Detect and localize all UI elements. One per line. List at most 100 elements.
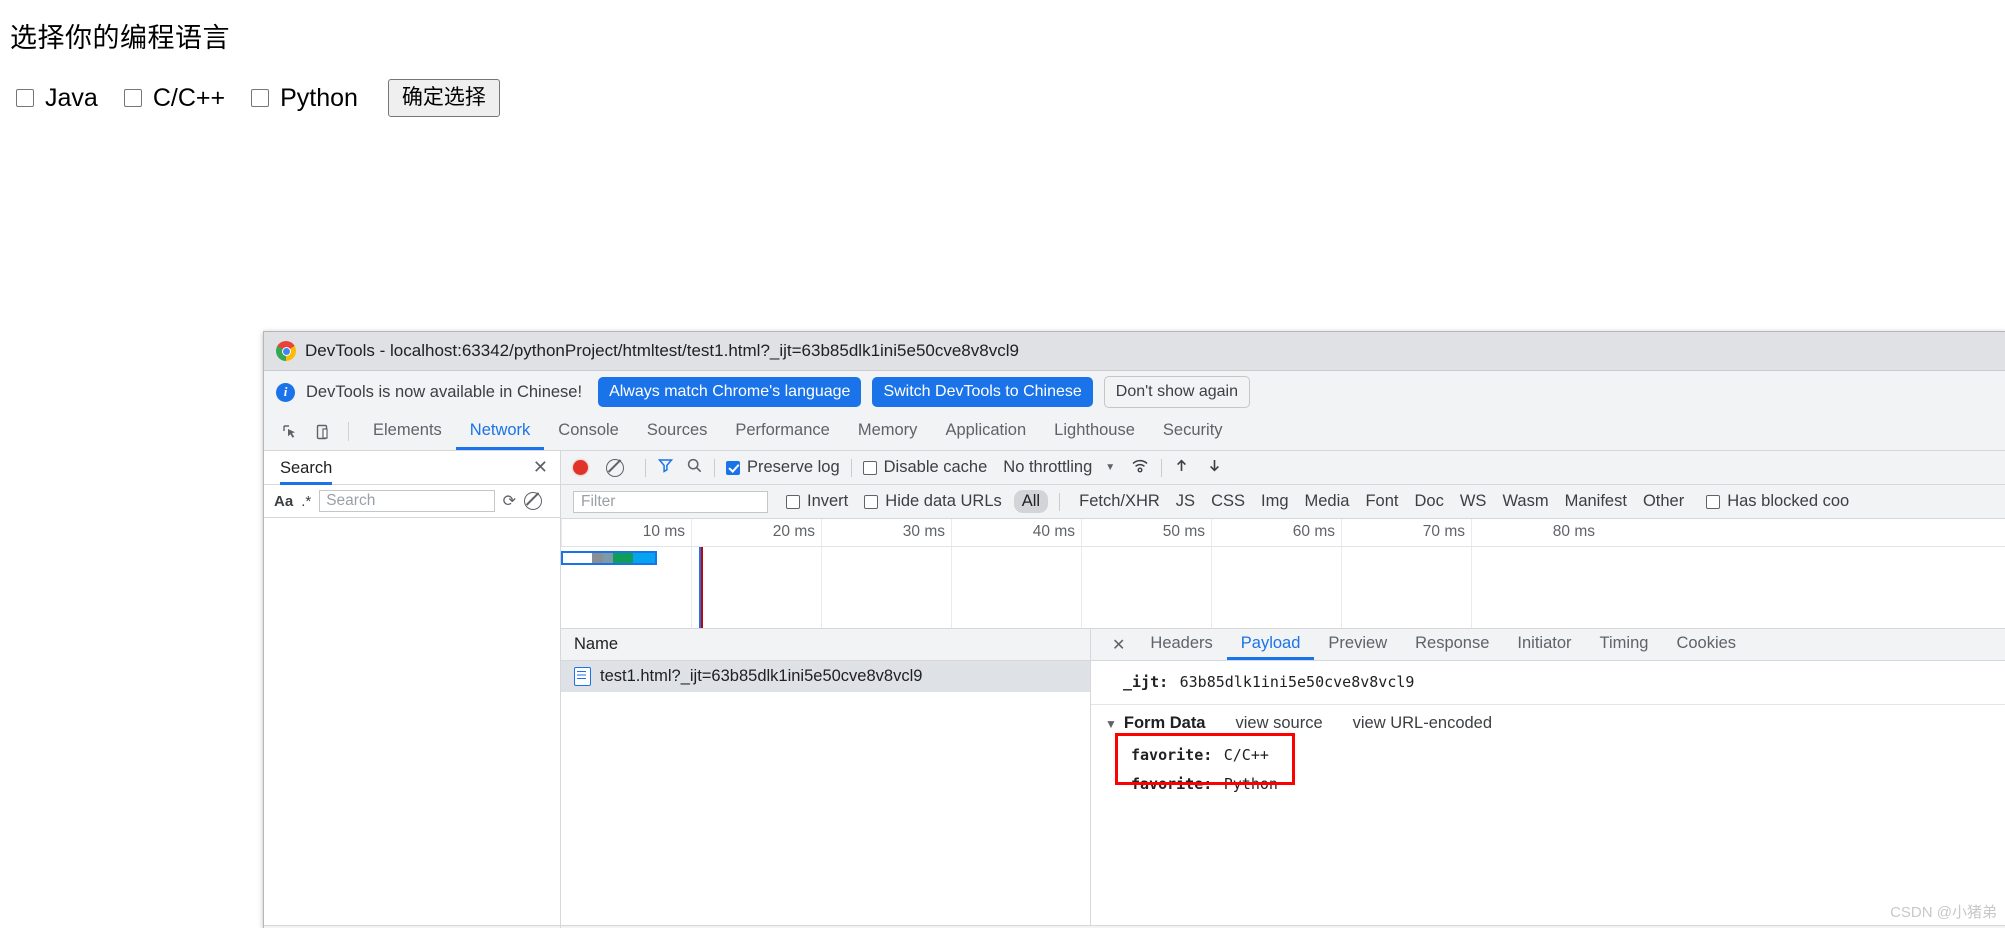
search-input[interactable]: Search [319,490,495,512]
ruler-tick-label: 50 ms [1162,523,1205,540]
throttling-select[interactable]: No throttling [1003,458,1092,477]
hide-data-urls-label[interactable]: Hide data URLs [885,492,1001,511]
ruler-tick-label: 40 ms [1032,523,1075,540]
close-icon[interactable]: ✕ [1101,629,1136,660]
network-lists: Name test1.html?_ijt=63b85dlk1ini5e50cve… [561,629,2005,925]
view-source-link[interactable]: view source [1236,714,1323,733]
dont-show-again-button[interactable]: Don't show again [1103,376,1251,408]
tab-console[interactable]: Console [544,413,633,450]
preserve-log-checkbox[interactable] [726,460,740,475]
filter-type-other[interactable]: Other [1635,490,1692,513]
search-pane: Search ✕ Aa .* Search ⟳ [264,451,561,925]
checkbox-cpp[interactable] [123,89,142,107]
devtools-window: DevTools - localhost:63342/pythonProject… [263,331,2005,928]
form-data-section-header[interactable]: ▼ Form Data view source view URL-encoded [1091,705,2005,735]
hide-data-urls-checkbox[interactable] [864,494,879,509]
checkbox-label-java[interactable]: Java [45,84,98,113]
filter-type-manifest[interactable]: Manifest [1557,490,1635,513]
search-pane-title[interactable]: Search [280,451,333,485]
detail-tabstrip: ✕ Headers Payload Preview Response Initi… [1091,629,2005,661]
detail-tab-headers[interactable]: Headers [1136,629,1226,660]
checkbox-java[interactable] [16,89,34,107]
filter-type-fetch-xhr[interactable]: Fetch/XHR [1071,490,1168,513]
network-conditions-icon[interactable] [1131,457,1150,479]
chevron-down-icon[interactable]: ▼ [1105,462,1115,473]
disable-cache-label[interactable]: Disable cache [884,458,988,477]
toggle-device-toolbar-icon[interactable] [306,413,338,450]
request-table-empty-area [561,692,1090,925]
tab-application[interactable]: Application [931,413,1040,450]
import-har-icon[interactable] [1173,457,1190,479]
invert-label[interactable]: Invert [807,492,848,511]
invert-checkbox[interactable] [786,494,800,509]
filter-input[interactable]: Filter [573,490,768,513]
query-param-key: _ijt: [1123,673,1169,691]
devtools-titlebar: DevTools - localhost:63342/pythonProject… [264,332,2005,371]
filter-type-media[interactable]: Media [1297,490,1358,513]
record-icon[interactable] [573,460,588,475]
clear-icon[interactable] [524,492,542,510]
form-data-highlight [1115,733,1295,785]
always-match-language-button[interactable]: Always match Chrome's language [598,377,862,407]
ruler-tick-label: 80 ms [1552,523,1595,540]
tab-performance[interactable]: Performance [721,413,843,450]
checkbox-label-cpp[interactable]: C/C++ [153,84,225,113]
filter-type-css[interactable]: CSS [1203,490,1253,513]
filter-type-all[interactable]: All [1013,490,1049,513]
clear-network-icon[interactable] [606,458,624,477]
column-header-name[interactable]: Name [561,629,1090,661]
export-har-icon[interactable] [1206,457,1223,479]
switch-to-chinese-button[interactable]: Switch DevTools to Chinese [872,377,1093,407]
toolbar-divider [645,458,646,477]
preserve-log-label[interactable]: Preserve log [747,458,840,477]
match-case-icon[interactable]: Aa [274,493,293,510]
request-name[interactable]: test1.html?_ijt=63b85dlk1ini5e50cve8v8vc… [600,667,922,686]
chevron-down-icon[interactable]: ▼ [1105,717,1117,731]
search-results-area [264,518,560,925]
detail-tab-payload[interactable]: Payload [1226,629,1315,660]
filter-icon[interactable] [657,457,674,479]
disable-cache-checkbox[interactable] [862,460,877,475]
ruler-tick-label: 60 ms [1292,523,1335,540]
checkbox-python[interactable] [251,89,270,107]
tab-network[interactable]: Network [455,413,545,450]
regex-icon[interactable]: .* [301,493,311,510]
chrome-logo-icon [276,341,296,361]
filter-type-wasm[interactable]: Wasm [1494,490,1556,513]
filter-type-doc[interactable]: Doc [1407,490,1452,513]
toolbar-divider [348,422,349,441]
search-pane-toolbar: Aa .* Search ⟳ [264,485,560,518]
tab-sources[interactable]: Sources [633,413,722,450]
table-row[interactable]: test1.html?_ijt=63b85dlk1ini5e50cve8v8vc… [561,661,1090,692]
search-icon[interactable] [686,457,703,479]
toolbar-divider [1161,458,1163,477]
inspect-element-icon[interactable] [274,413,306,450]
language-checkbox-group: Java C/C++ Python 确定选择 [12,79,500,117]
refresh-icon[interactable]: ⟳ [503,491,516,511]
detail-tab-initiator[interactable]: Initiator [1503,629,1585,660]
notice-text: DevTools is now available in Chinese! [306,382,583,401]
has-blocked-cookies-label[interactable]: Has blocked coo [1727,492,1849,511]
close-icon[interactable]: ✕ [533,457,548,478]
query-param-value: 63b85dlk1ini5e50cve8v8vcl9 [1179,673,1415,691]
network-toolbar: Preserve log Disable cache No throttling… [561,451,2005,485]
tab-lighthouse[interactable]: Lighthouse [1040,413,1149,450]
has-blocked-cookies-checkbox[interactable] [1706,494,1721,509]
detail-tab-cookies[interactable]: Cookies [1662,629,1750,660]
detail-tab-timing[interactable]: Timing [1586,629,1663,660]
submit-button[interactable]: 确定选择 [387,79,500,117]
checkbox-label-python[interactable]: Python [280,84,358,113]
filter-type-ws[interactable]: WS [1452,490,1495,513]
network-overview[interactable] [561,547,2005,629]
tab-memory[interactable]: Memory [844,413,932,450]
detail-tab-preview[interactable]: Preview [1314,629,1401,660]
query-param-row: _ijt: 63b85dlk1ini5e50cve8v8vcl9 [1091,670,2005,698]
tab-security[interactable]: Security [1149,413,1237,450]
filter-type-img[interactable]: Img [1253,490,1297,513]
filter-type-js[interactable]: JS [1168,490,1203,513]
devtools-tabstrip: Elements Network Console Sources Perform… [264,413,2005,451]
detail-tab-response[interactable]: Response [1401,629,1503,660]
tab-elements[interactable]: Elements [359,413,456,450]
filter-type-font[interactable]: Font [1357,490,1406,513]
view-url-encoded-link[interactable]: view URL-encoded [1353,714,1492,733]
